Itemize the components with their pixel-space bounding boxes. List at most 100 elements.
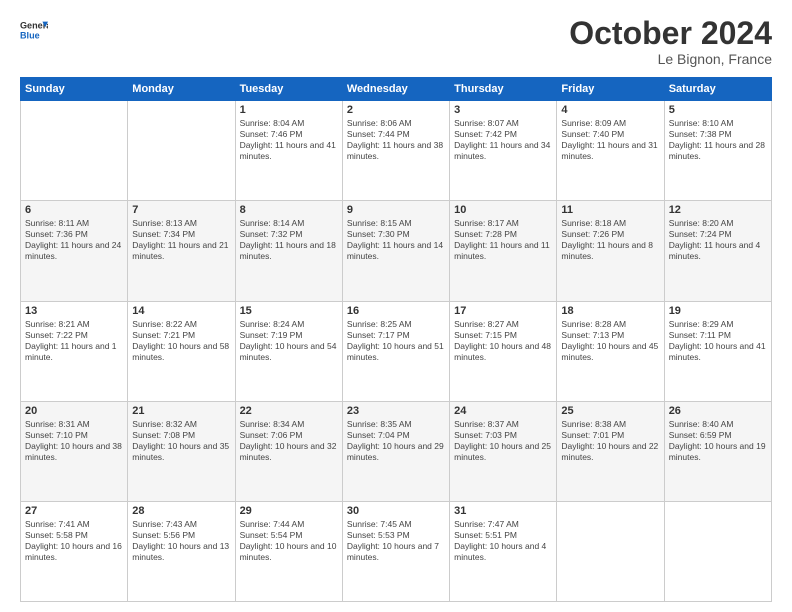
day-info: Sunrise: 8:34 AM Sunset: 7:06 PM Dayligh… [240,419,338,463]
day-number: 5 [669,104,767,116]
day-number: 25 [561,405,659,417]
calendar-table: Sunday Monday Tuesday Wednesday Thursday… [20,77,772,602]
day-number: 13 [25,305,123,317]
day-info: Sunrise: 8:22 AM Sunset: 7:21 PM Dayligh… [132,319,230,363]
day-number: 14 [132,305,230,317]
calendar-week-5: 27Sunrise: 7:41 AM Sunset: 5:58 PM Dayli… [21,501,772,601]
day-number: 28 [132,505,230,517]
calendar-cell: 21 Sunrise: 8:32 AM Sunset: 7:08 PM Dayli… [128,401,235,501]
calendar-cell: 7 Sunrise: 8:13 AM Sunset: 7:34 PM Daylig… [128,201,235,301]
day-number: 20 [25,405,123,417]
calendar-cell: 15Sunrise: 8:24 AM Sunset: 7:19 PM Dayli… [235,301,342,401]
day-number: 30 [347,505,445,517]
day-info: Sunrise: 8:35 AM Sunset: 7:04 PM Dayligh… [347,419,445,463]
day-number: 3 [454,104,552,116]
calendar-week-4: 20Sunrise: 8:31 AM Sunset: 7:10 PM Dayli… [21,401,772,501]
calendar-cell: 19 Sunrise: 8:29 AM Sunset: 7:11 PM Dayli… [664,301,771,401]
day-info: Sunrise: 8:17 AM Sunset: 7:28 PM Dayligh… [454,218,552,262]
calendar-cell: 18Sunrise: 8:28 AM Sunset: 7:13 PM Dayli… [557,301,664,401]
day-number: 6 [25,204,123,216]
day-info: Sunrise: 7:45 AM Sunset: 5:53 PM Dayligh… [347,519,445,563]
header-friday: Friday [557,78,664,101]
calendar-cell: 25 Sunrise: 8:38 AM Sunset: 7:01 PM Dayli… [557,401,664,501]
calendar-cell [21,101,128,201]
logo-icon: General Blue [20,16,48,44]
calendar-cell: 2Sunrise: 8:06 AM Sunset: 7:44 PM Daylig… [342,101,449,201]
day-number: 1 [240,104,338,116]
day-info: Sunrise: 8:18 AM Sunset: 7:26 PM Dayligh… [561,218,659,262]
day-info: Sunrise: 8:13 AM Sunset: 7:34 PM Dayligh… [132,218,230,262]
day-number: 7 [132,204,230,216]
calendar-week-3: 13 Sunrise: 8:21 AM Sunset: 7:22 PM Dayli… [21,301,772,401]
calendar-cell: 12 Sunrise: 8:20 AM Sunset: 7:24 PM Dayli… [664,201,771,301]
calendar-cell: 16 Sunrise: 8:25 AM Sunset: 7:17 PM Dayli… [342,301,449,401]
calendar-cell: 6 Sunrise: 8:11 AM Sunset: 7:36 PM Daylig… [21,201,128,301]
day-number: 24 [454,405,552,417]
calendar-cell: 29Sunrise: 7:44 AM Sunset: 5:54 PM Dayli… [235,501,342,601]
header-saturday: Saturday [664,78,771,101]
header-thursday: Thursday [450,78,557,101]
calendar-header-row: Sunday Monday Tuesday Wednesday Thursday… [21,78,772,101]
svg-text:Blue: Blue [20,30,40,40]
day-info: Sunrise: 7:47 AM Sunset: 5:51 PM Dayligh… [454,519,552,563]
day-info: Sunrise: 8:25 AM Sunset: 7:17 PM Dayligh… [347,319,445,363]
calendar-cell: 4 Sunrise: 8:09 AM Sunset: 7:40 PM Daylig… [557,101,664,201]
day-info: Sunrise: 7:43 AM Sunset: 5:56 PM Dayligh… [132,519,230,563]
day-info: Sunrise: 8:15 AM Sunset: 7:30 PM Dayligh… [347,218,445,262]
calendar-cell: 14 Sunrise: 8:22 AM Sunset: 7:21 PM Dayli… [128,301,235,401]
calendar-cell: 22 Sunrise: 8:34 AM Sunset: 7:06 PM Dayli… [235,401,342,501]
calendar-cell: 24 Sunrise: 8:37 AM Sunset: 7:03 PM Dayli… [450,401,557,501]
day-info: Sunrise: 8:14 AM Sunset: 7:32 PM Dayligh… [240,218,338,262]
calendar-cell: 27Sunrise: 7:41 AM Sunset: 5:58 PM Dayli… [21,501,128,601]
day-info: Sunrise: 8:40 AM Sunset: 6:59 PM Dayligh… [669,419,767,463]
day-info: Sunrise: 8:06 AM Sunset: 7:44 PM Dayligh… [347,118,445,162]
day-info: Sunrise: 8:21 AM Sunset: 7:22 PM Dayligh… [25,319,123,363]
day-info: Sunrise: 8:09 AM Sunset: 7:40 PM Dayligh… [561,118,659,162]
location: Le Bignon, France [569,51,772,67]
calendar-cell: 20Sunrise: 8:31 AM Sunset: 7:10 PM Dayli… [21,401,128,501]
calendar-week-1: 1 Sunrise: 8:04 AM Sunset: 7:46 PM Daylig… [21,101,772,201]
calendar-cell: 28 Sunrise: 7:43 AM Sunset: 5:56 PM Dayli… [128,501,235,601]
day-number: 18 [561,305,659,317]
day-number: 11 [561,204,659,216]
day-number: 29 [240,505,338,517]
calendar-cell: 17Sunrise: 8:27 AM Sunset: 7:15 PM Dayli… [450,301,557,401]
calendar-cell: 23 Sunrise: 8:35 AM Sunset: 7:04 PM Dayli… [342,401,449,501]
header-wednesday: Wednesday [342,78,449,101]
day-info: Sunrise: 8:32 AM Sunset: 7:08 PM Dayligh… [132,419,230,463]
day-number: 26 [669,405,767,417]
calendar-cell: 11 Sunrise: 8:18 AM Sunset: 7:26 PM Dayli… [557,201,664,301]
day-number: 9 [347,204,445,216]
title-area: October 2024 Le Bignon, France [569,16,772,67]
day-number: 22 [240,405,338,417]
calendar-cell: 9 Sunrise: 8:15 AM Sunset: 7:30 PM Daylig… [342,201,449,301]
day-number: 27 [25,505,123,517]
day-number: 21 [132,405,230,417]
day-info: Sunrise: 8:37 AM Sunset: 7:03 PM Dayligh… [454,419,552,463]
calendar-cell: 13 Sunrise: 8:21 AM Sunset: 7:22 PM Dayli… [21,301,128,401]
day-info: Sunrise: 8:04 AM Sunset: 7:46 PM Dayligh… [240,118,338,162]
day-number: 23 [347,405,445,417]
calendar-cell: 3 Sunrise: 8:07 AM Sunset: 7:42 PM Daylig… [450,101,557,201]
day-info: Sunrise: 8:38 AM Sunset: 7:01 PM Dayligh… [561,419,659,463]
calendar-cell: 10 Sunrise: 8:17 AM Sunset: 7:28 PM Dayli… [450,201,557,301]
day-number: 12 [669,204,767,216]
logo: General Blue [20,16,48,44]
day-number: 8 [240,204,338,216]
day-number: 19 [669,305,767,317]
calendar-cell [128,101,235,201]
calendar-cell: 26 Sunrise: 8:40 AM Sunset: 6:59 PM Dayli… [664,401,771,501]
day-number: 10 [454,204,552,216]
day-info: Sunrise: 8:24 AM Sunset: 7:19 PM Dayligh… [240,319,338,363]
header-tuesday: Tuesday [235,78,342,101]
day-info: Sunrise: 8:29 AM Sunset: 7:11 PM Dayligh… [669,319,767,363]
day-info: Sunrise: 8:07 AM Sunset: 7:42 PM Dayligh… [454,118,552,162]
day-info: Sunrise: 8:11 AM Sunset: 7:36 PM Dayligh… [25,218,123,262]
calendar-cell: 1 Sunrise: 8:04 AM Sunset: 7:46 PM Daylig… [235,101,342,201]
calendar-week-2: 6 Sunrise: 8:11 AM Sunset: 7:36 PM Daylig… [21,201,772,301]
calendar-cell [557,501,664,601]
day-number: 16 [347,305,445,317]
calendar-cell [664,501,771,601]
day-number: 4 [561,104,659,116]
day-info: Sunrise: 8:20 AM Sunset: 7:24 PM Dayligh… [669,218,767,262]
